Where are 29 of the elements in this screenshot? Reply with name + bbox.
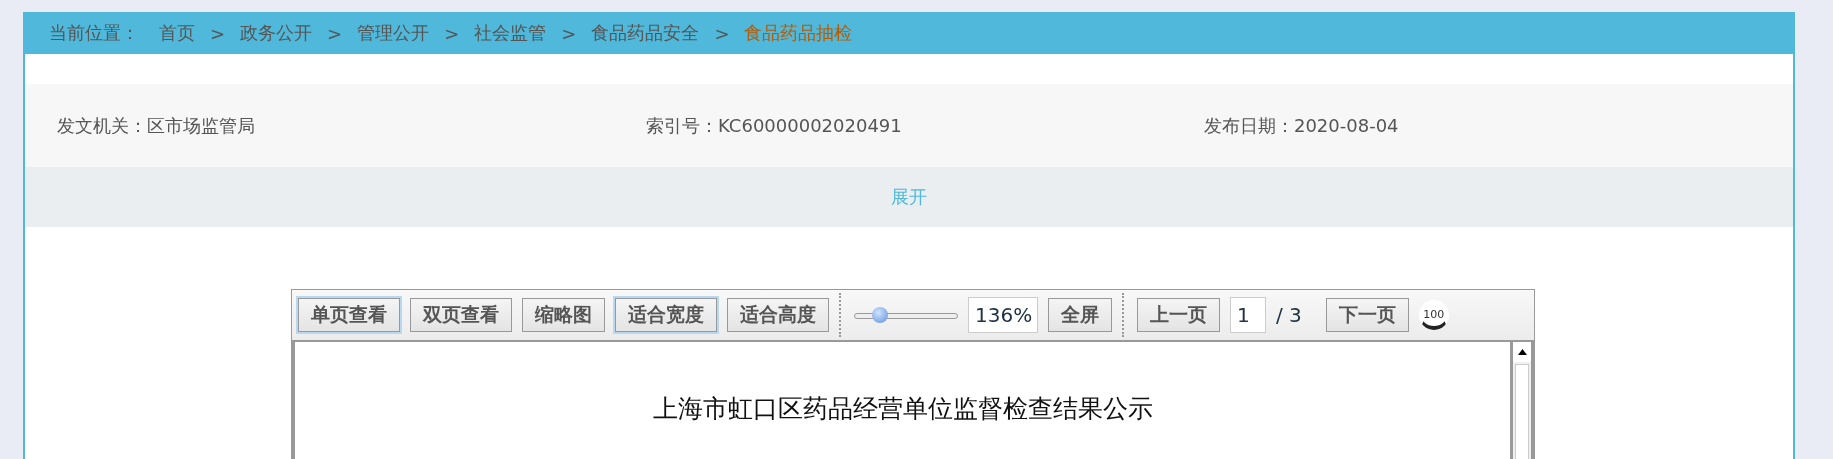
document-title: 上海市虹口区药品经营单位监督检查结果公示 xyxy=(651,393,1154,425)
breadcrumb-link[interactable]: 食品药品安全 xyxy=(591,21,700,45)
next-page-button[interactable]: 下一页 xyxy=(1325,298,1409,332)
info-field: 索引号：KC60000002020491 xyxy=(646,113,1204,138)
actual-size-button[interactable]: 100 xyxy=(1418,300,1449,330)
breadcrumb-separator: > xyxy=(561,22,577,44)
breadcrumb-link[interactable]: 首页 xyxy=(159,21,195,45)
view-button[interactable]: 缩略图 xyxy=(522,298,605,332)
breadcrumb-separator: > xyxy=(714,22,730,44)
breadcrumb-link[interactable]: 管理公开 xyxy=(357,21,430,45)
view-button[interactable]: 双页查看 xyxy=(410,298,512,332)
breadcrumb-separator: > xyxy=(327,22,343,44)
zoom-field[interactable]: 136% xyxy=(968,297,1038,333)
previous-page-button[interactable]: 上一页 xyxy=(1137,298,1220,332)
page-total: / 3 xyxy=(1276,303,1302,327)
zoom-slider[interactable] xyxy=(854,305,958,325)
view-button[interactable]: 适合高度 xyxy=(727,298,829,332)
view-button[interactable]: 适合宽度 xyxy=(615,298,717,332)
breadcrumb-label: 当前位置： xyxy=(49,21,139,45)
info-field: 发布日期：2020-08-04 xyxy=(1203,113,1793,138)
info-field: 发文机关：区市场监管局 xyxy=(57,113,647,138)
breadcrumb-link[interactable]: 政务公开 xyxy=(240,21,313,45)
breadcrumb-separator: > xyxy=(444,22,460,44)
breadcrumb-separator: > xyxy=(210,22,226,44)
breadcrumb-link[interactable]: 社会监管 xyxy=(474,21,547,45)
fullscreen-button[interactable]: 全屏 xyxy=(1048,298,1112,332)
scroll-up-icon[interactable] xyxy=(1513,342,1531,362)
view-button[interactable]: 单页查看 xyxy=(298,298,400,332)
page-field[interactable]: 1 xyxy=(1230,297,1266,333)
